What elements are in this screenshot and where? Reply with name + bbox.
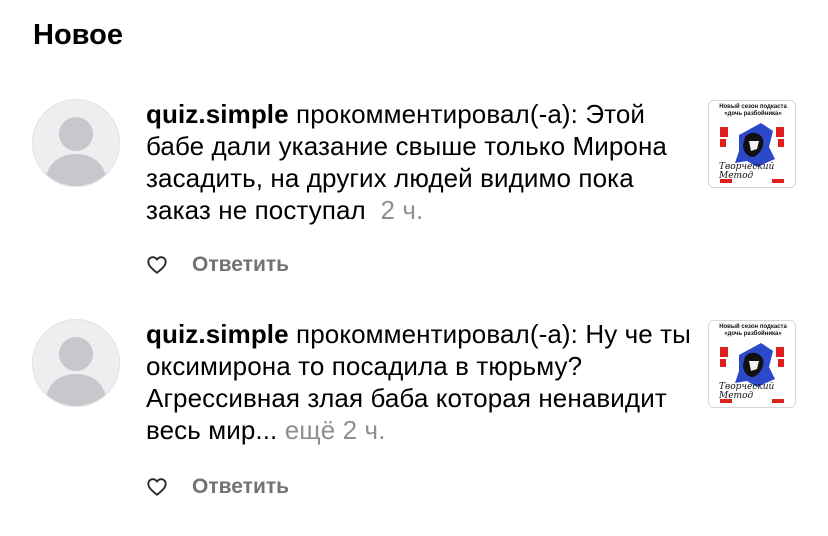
default-avatar-icon — [45, 117, 107, 186]
comment-actions: Ответить — [146, 250, 289, 280]
section-title: Новое — [33, 19, 123, 51]
comment-actions: Ответить — [146, 472, 289, 502]
thumbnail-caption: Новый сезон подкаста «дочь разбойника» — [719, 104, 787, 117]
action-text: прокомментировал(-а): — [296, 319, 578, 349]
more-link[interactable]: ещё — [285, 415, 336, 445]
thumbnail-title: Творческий Метод — [719, 382, 775, 401]
default-avatar-icon — [45, 337, 107, 406]
notifications-page: Новое quiz.simple прокомментировал(-а): … — [0, 0, 828, 536]
notification-item[interactable]: quiz.simple прокомментировал(-а): Ну че … — [0, 318, 828, 518]
avatar[interactable] — [32, 99, 120, 187]
action-text: прокомментировал(-а): — [296, 99, 578, 129]
thumbnail-caption: Новый сезон подкаста «дочь разбойника» — [719, 324, 787, 337]
comment-text: quiz.simple прокомментировал(-а): Этой б… — [146, 98, 694, 226]
heart-outline-icon[interactable] — [146, 476, 168, 498]
post-thumbnail[interactable]: Новый сезон подкаста «дочь разбойника» Т… — [708, 100, 796, 188]
post-thumbnail[interactable]: Новый сезон подкаста «дочь разбойника» Т… — [708, 320, 796, 408]
heart-outline-icon[interactable] — [146, 254, 168, 276]
timestamp: 2 ч. — [342, 415, 386, 445]
avatar[interactable] — [32, 319, 120, 407]
username-link[interactable]: quiz.simple — [146, 319, 289, 349]
timestamp: 2 ч. — [380, 195, 424, 225]
notification-item[interactable]: quiz.simple прокомментировал(-а): Этой б… — [0, 98, 828, 298]
username-link[interactable]: quiz.simple — [146, 99, 289, 129]
reply-button[interactable]: Ответить — [192, 475, 289, 499]
thumbnail-title: Творческий Метод — [719, 162, 775, 181]
reply-button[interactable]: Ответить — [192, 253, 289, 277]
comment-text: quiz.simple прокомментировал(-а): Ну че … — [146, 318, 694, 446]
